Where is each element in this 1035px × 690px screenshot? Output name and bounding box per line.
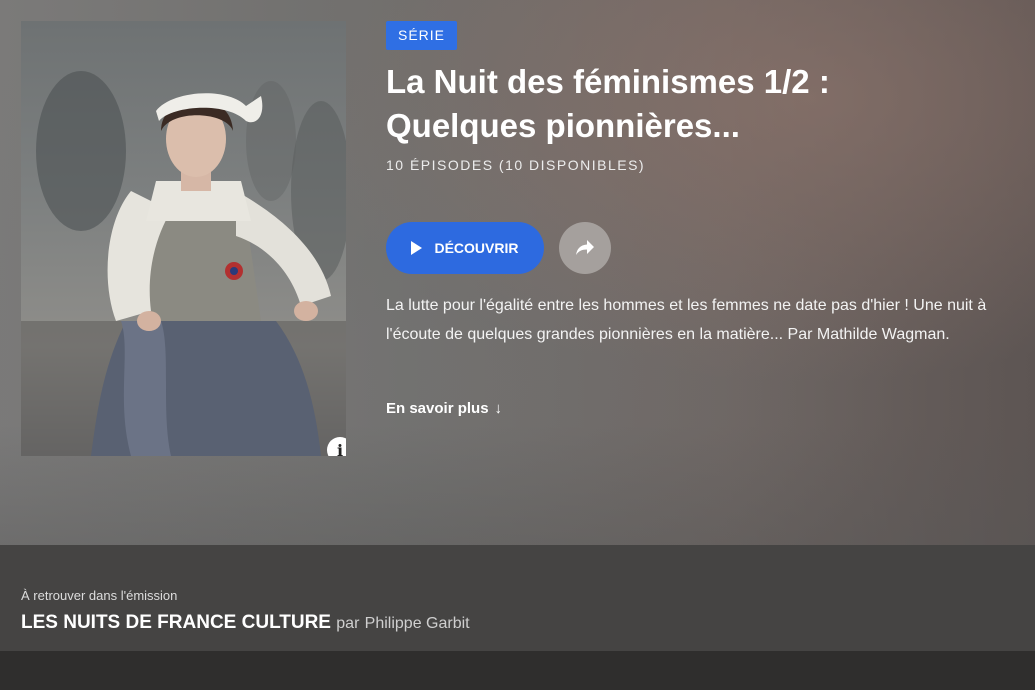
series-poster-image: i [21,21,346,456]
poster-illustration [21,71,346,456]
series-title: La Nuit des féminismes 1/2 : Quelques pi… [386,63,830,144]
share-arrow-icon [576,240,594,255]
learn-more-link[interactable]: En savoir plus ↓ [386,400,502,417]
series-badge: SÉRIE [386,21,458,50]
info-icon: i [336,440,344,457]
footer-strip [0,651,1035,690]
show-name-link[interactable]: LES NUITS DE FRANCE CULTURE [21,612,331,633]
play-icon [411,241,423,255]
arrow-down-icon: ↓ [494,400,503,417]
episode-count: 10 ÉPISODES (10 DISPONIBLES) [386,157,646,173]
find-in-show-label: À retrouver dans l'émission [21,588,178,603]
parent-show-section: À retrouver dans l'émission LES NUITS DE… [0,545,1035,651]
discover-button[interactable]: DÉCOUVRIR [386,222,544,274]
share-button[interactable] [559,222,611,274]
show-host-link[interactable]: Philippe Garbit [365,615,470,632]
series-description: La lutte pour l'égalité entre les hommes… [386,297,987,343]
poster-info-button[interactable]: i [327,437,346,456]
show-by-label: par [336,615,360,632]
show-line: LES NUITS DE FRANCE CULTURE par Philippe… [21,612,470,634]
learn-more-label: En savoir plus [386,400,489,417]
discover-button-label: DÉCOUVRIR [434,240,519,256]
